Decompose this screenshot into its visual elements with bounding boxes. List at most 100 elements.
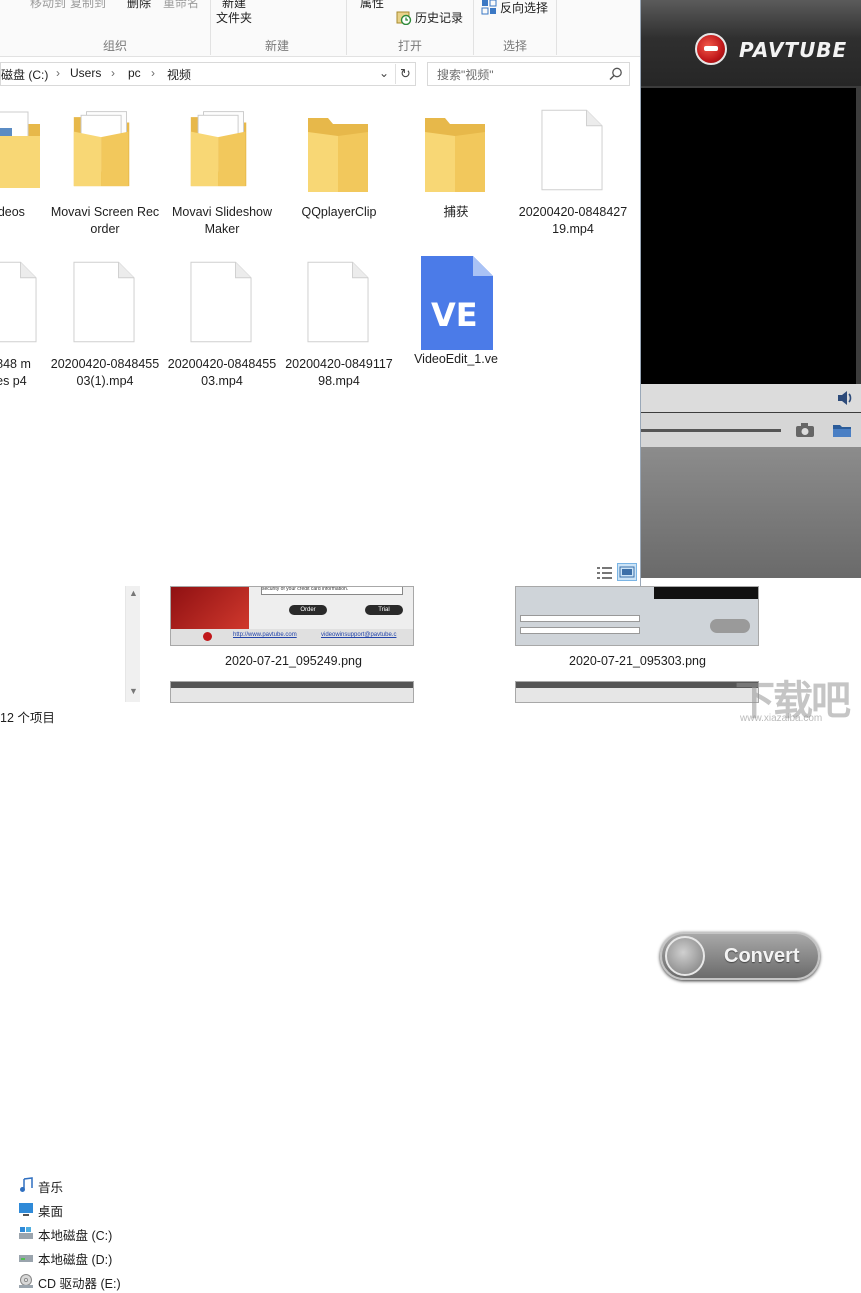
- item-label: 20200420-084845503.mp4: [167, 357, 277, 388]
- breadcrumb-separator[interactable]: ›: [151, 66, 155, 80]
- thumbnail-link: videowinsupport@pavtube.c: [321, 632, 397, 638]
- thumbnail-image[interactable]: [515, 681, 759, 703]
- music-icon: [20, 1177, 33, 1192]
- file-icon: [0, 261, 37, 343]
- group-select-label: 选择: [502, 39, 527, 53]
- file-icon: [73, 261, 135, 343]
- nav-label: 本地磁盘 (C:): [38, 1229, 113, 1243]
- invert-selection-icon: [481, 0, 497, 15]
- ribbon-divider: [473, 0, 474, 55]
- ribbon-divider: [346, 0, 347, 55]
- breadcrumb-users[interactable]: Users: [70, 66, 101, 80]
- scroll-down-icon[interactable]: ▼: [129, 686, 138, 696]
- group-new-label: 新建: [264, 39, 289, 53]
- pavtube-logo-icon: [695, 33, 727, 65]
- group-organize-label: 组织: [102, 39, 127, 53]
- search-placeholder: 搜索"视频": [437, 68, 494, 82]
- file-item[interactable]: VE VideoEdit_1.ve: [401, 254, 511, 374]
- file-item[interactable]: 20200420-084845503.mp4: [167, 260, 277, 388]
- folder-item[interactable]: QQplayerClip: [284, 108, 394, 219]
- breadcrumb-separator[interactable]: ›: [56, 66, 60, 80]
- watermark-url: www.xiazaiba.com: [740, 713, 823, 724]
- item-label: 20200420-084842719.mp4: [518, 205, 628, 236]
- move-to-button[interactable]: 移动到: [30, 0, 66, 11]
- folder-item[interactable]: 捕获: [401, 108, 511, 219]
- folder-documents-icon: [190, 111, 247, 187]
- nav-label: 本地磁盘 (D:): [38, 1253, 113, 1267]
- file-icon: [190, 261, 252, 343]
- folder-item[interactable]: Movavi Slideshow Maker: [167, 108, 277, 248]
- group-open-label: 打开: [397, 39, 422, 53]
- address-row: 磁盘 (C:) › Users › pc › 视频 ⌄ ↻ 搜索"视频": [0, 59, 640, 89]
- pavtube-logo-icon: [203, 632, 212, 641]
- thumbnail-text: Order: [289, 605, 327, 615]
- pavtube-bottom-panel: Convert: [641, 447, 861, 980]
- item-label: 20200420-084845503(1).mp4: [50, 357, 160, 388]
- thumbnail-text: security of your credit card information…: [261, 587, 403, 595]
- breadcrumb-drive-c[interactable]: 磁盘 (C:): [1, 66, 48, 83]
- item-label: 捕获: [443, 205, 469, 219]
- desktop-icon: [19, 1203, 33, 1216]
- nav-scrollbar[interactable]: ▲ ▼: [125, 586, 140, 702]
- copy-to-button[interactable]: 复制到: [70, 0, 106, 11]
- volume-icon[interactable]: [836, 388, 856, 408]
- ve-file-icon: VE: [421, 256, 493, 350]
- pavtube-window: PAVTUBE Convert: [641, 0, 861, 980]
- new-folder-button[interactable]: 文件夹: [216, 9, 252, 26]
- folder-icon: [425, 118, 485, 192]
- details-view-icon[interactable]: [595, 564, 615, 582]
- breadcrumb-videos[interactable]: 视频: [167, 66, 191, 83]
- thumbnail-filename[interactable]: 2020-07-21_095249.png: [225, 654, 362, 668]
- folder-item[interactable]: Movavi Screen Recorder: [50, 108, 160, 238]
- seek-bar[interactable]: [641, 429, 781, 432]
- file-item[interactable]: 20200420-084845503(1).mp4: [50, 260, 160, 388]
- thumbnail-link: http://www.pavtube.com: [233, 632, 297, 638]
- rename-button[interactable]: 重命名: [163, 0, 199, 11]
- convert-icon: [665, 936, 705, 976]
- invert-selection-button[interactable]: 反向选择: [500, 0, 548, 16]
- thumbnail-filename[interactable]: 2020-07-21_095303.png: [569, 654, 706, 668]
- thumbnail-image[interactable]: [515, 586, 759, 646]
- video-preview: [641, 88, 856, 384]
- file-icon: [307, 261, 369, 343]
- scroll-up-icon[interactable]: ▲: [129, 588, 138, 598]
- file-item[interactable]: 20200420-084911798.mp4: [284, 260, 394, 388]
- item-label: Movavi Screen Recorder: [50, 205, 160, 236]
- snapshot-camera-icon[interactable]: [795, 421, 815, 439]
- volume-row: [641, 384, 861, 412]
- ve-icon-text: VE: [431, 296, 478, 334]
- item-label: -0848 mpres p4: [0, 357, 31, 388]
- file-item[interactable]: 20200420-084842719.mp4: [518, 108, 628, 236]
- thumbnail-image[interactable]: [170, 681, 414, 703]
- status-bar: 12 个项目: [0, 703, 861, 727]
- large-icons-view-icon[interactable]: [617, 563, 637, 581]
- explorer-window: 移动到 复制到 删除 重命名 组织 新建 文件夹 新建 属性 历史记录 打开 反…: [0, 0, 641, 586]
- search-icon[interactable]: [608, 66, 624, 82]
- search-input[interactable]: 搜索"视频": [427, 62, 630, 86]
- breadcrumb-pc[interactable]: pc: [128, 66, 141, 80]
- refresh-icon[interactable]: ↻: [395, 64, 415, 84]
- thumbnail-video-area: [654, 587, 758, 599]
- cd-drive-icon: [19, 1274, 33, 1288]
- pavtube-logo-text: PAVTUBE: [739, 38, 848, 62]
- folder-documents-icon: [73, 111, 130, 187]
- history-button[interactable]: 历史记录: [415, 9, 463, 26]
- delete-button[interactable]: 删除: [127, 0, 151, 11]
- ribbon-divider: [556, 0, 557, 55]
- ribbon: 移动到 复制到 删除 重命名 组织 新建 文件夹 新建 属性 历史记录 打开 反…: [0, 0, 640, 57]
- item-label: 20200420-084911798.mp4: [285, 357, 393, 388]
- open-folder-icon[interactable]: [832, 421, 852, 439]
- folder-icon: [308, 118, 368, 192]
- drive-icon: [19, 1227, 33, 1239]
- address-bar[interactable]: 磁盘 (C:) › Users › pc › 视频 ⌄ ↻: [0, 62, 416, 86]
- navigation-pane: 音乐 桌面 本地磁盘 (C:) 本地磁盘 (D:) CD 驱动器 (E:): [0, 586, 140, 1291]
- drive-icon: [19, 1255, 33, 1262]
- convert-label: Convert: [724, 945, 800, 967]
- nav-label: 音乐: [38, 1181, 64, 1195]
- address-history-chevron-icon[interactable]: ⌄: [379, 66, 389, 80]
- breadcrumb-separator[interactable]: ›: [111, 66, 115, 80]
- convert-button[interactable]: Convert: [660, 932, 820, 980]
- pavtube-header: PAVTUBE: [641, 0, 861, 86]
- thumbnail-image[interactable]: security of your credit card information…: [170, 586, 414, 646]
- properties-button[interactable]: 属性: [360, 0, 384, 11]
